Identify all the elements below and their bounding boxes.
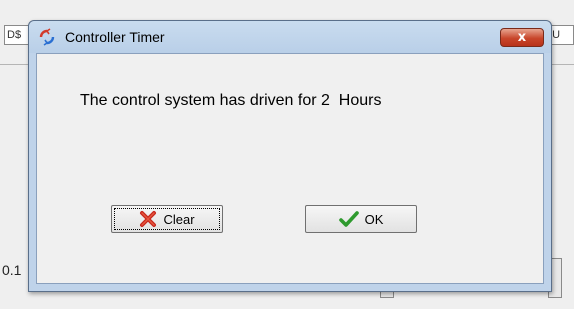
clear-button-label: Clear bbox=[163, 211, 195, 227]
dialog-client-area: The control system has driven for 2 Hour… bbox=[36, 53, 544, 284]
ok-button-label: OK bbox=[364, 211, 384, 227]
controller-timer-dialog: Controller Timer x The control system ha… bbox=[28, 20, 552, 292]
close-button[interactable]: x bbox=[500, 28, 544, 47]
controller-app-icon bbox=[37, 27, 57, 47]
dialog-title: Controller Timer bbox=[65, 29, 165, 45]
red-x-icon bbox=[139, 210, 157, 228]
ok-button[interactable]: OK bbox=[305, 205, 417, 233]
timer-message: The control system has driven for 2 Hour… bbox=[80, 92, 382, 109]
background-number-label: 0.1 bbox=[2, 262, 22, 278]
dialog-titlebar[interactable]: Controller Timer x bbox=[29, 21, 551, 53]
close-icon: x bbox=[517, 30, 527, 45]
green-check-icon bbox=[338, 210, 359, 228]
clear-button[interactable]: Clear bbox=[111, 205, 223, 233]
